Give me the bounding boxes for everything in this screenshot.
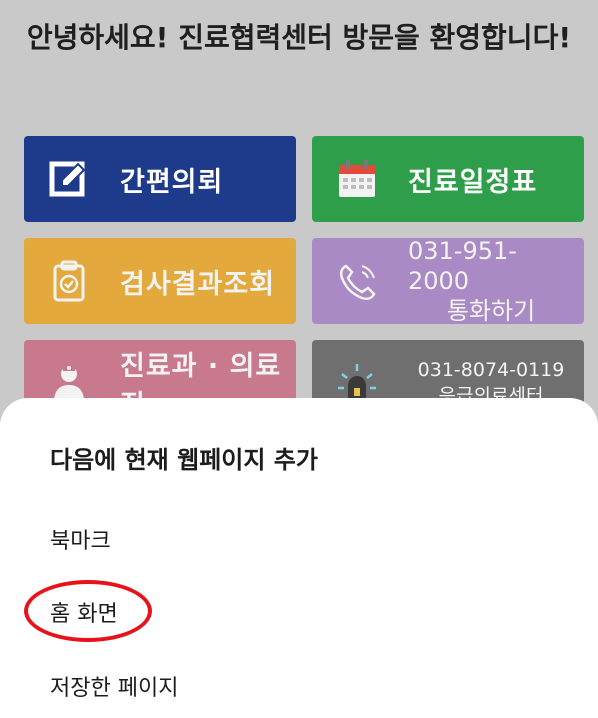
tile-label: 검사결과조회 — [120, 268, 276, 300]
tile-test-results[interactable]: 검사결과조회 — [24, 238, 296, 324]
option-saved-pages[interactable]: 저장한 페이지 — [50, 670, 178, 702]
emergency-number: 031-8074-0119 — [417, 359, 565, 381]
clipboard-icon — [48, 260, 90, 302]
phone-icon — [336, 260, 378, 302]
tile-label: 간편의뢰 — [120, 166, 224, 198]
call-label: 통화하기 — [446, 297, 536, 325]
tile-schedule[interactable]: 진료일정표 — [312, 136, 584, 222]
phone-number: 031-951-2000 — [408, 237, 517, 295]
sheet-title: 다음에 현재 웹페이지 추가 — [50, 446, 318, 474]
edit-icon — [48, 158, 90, 200]
welcome-message: 안녕하세요! 진료협력센터 방문을 환영합니다! — [26, 21, 572, 54]
tile-label: 031-951-2000 통화하기 — [408, 237, 574, 325]
option-home-screen[interactable]: 홈 화면 — [50, 596, 118, 628]
tile-label: 진료일정표 — [408, 166, 538, 198]
option-bookmark[interactable]: 북마크 — [50, 523, 111, 555]
calendar-icon — [336, 158, 378, 200]
tile-call[interactable]: 031-951-2000 통화하기 — [312, 237, 584, 325]
tile-simple-referral[interactable]: 간편의뢰 — [24, 136, 296, 222]
